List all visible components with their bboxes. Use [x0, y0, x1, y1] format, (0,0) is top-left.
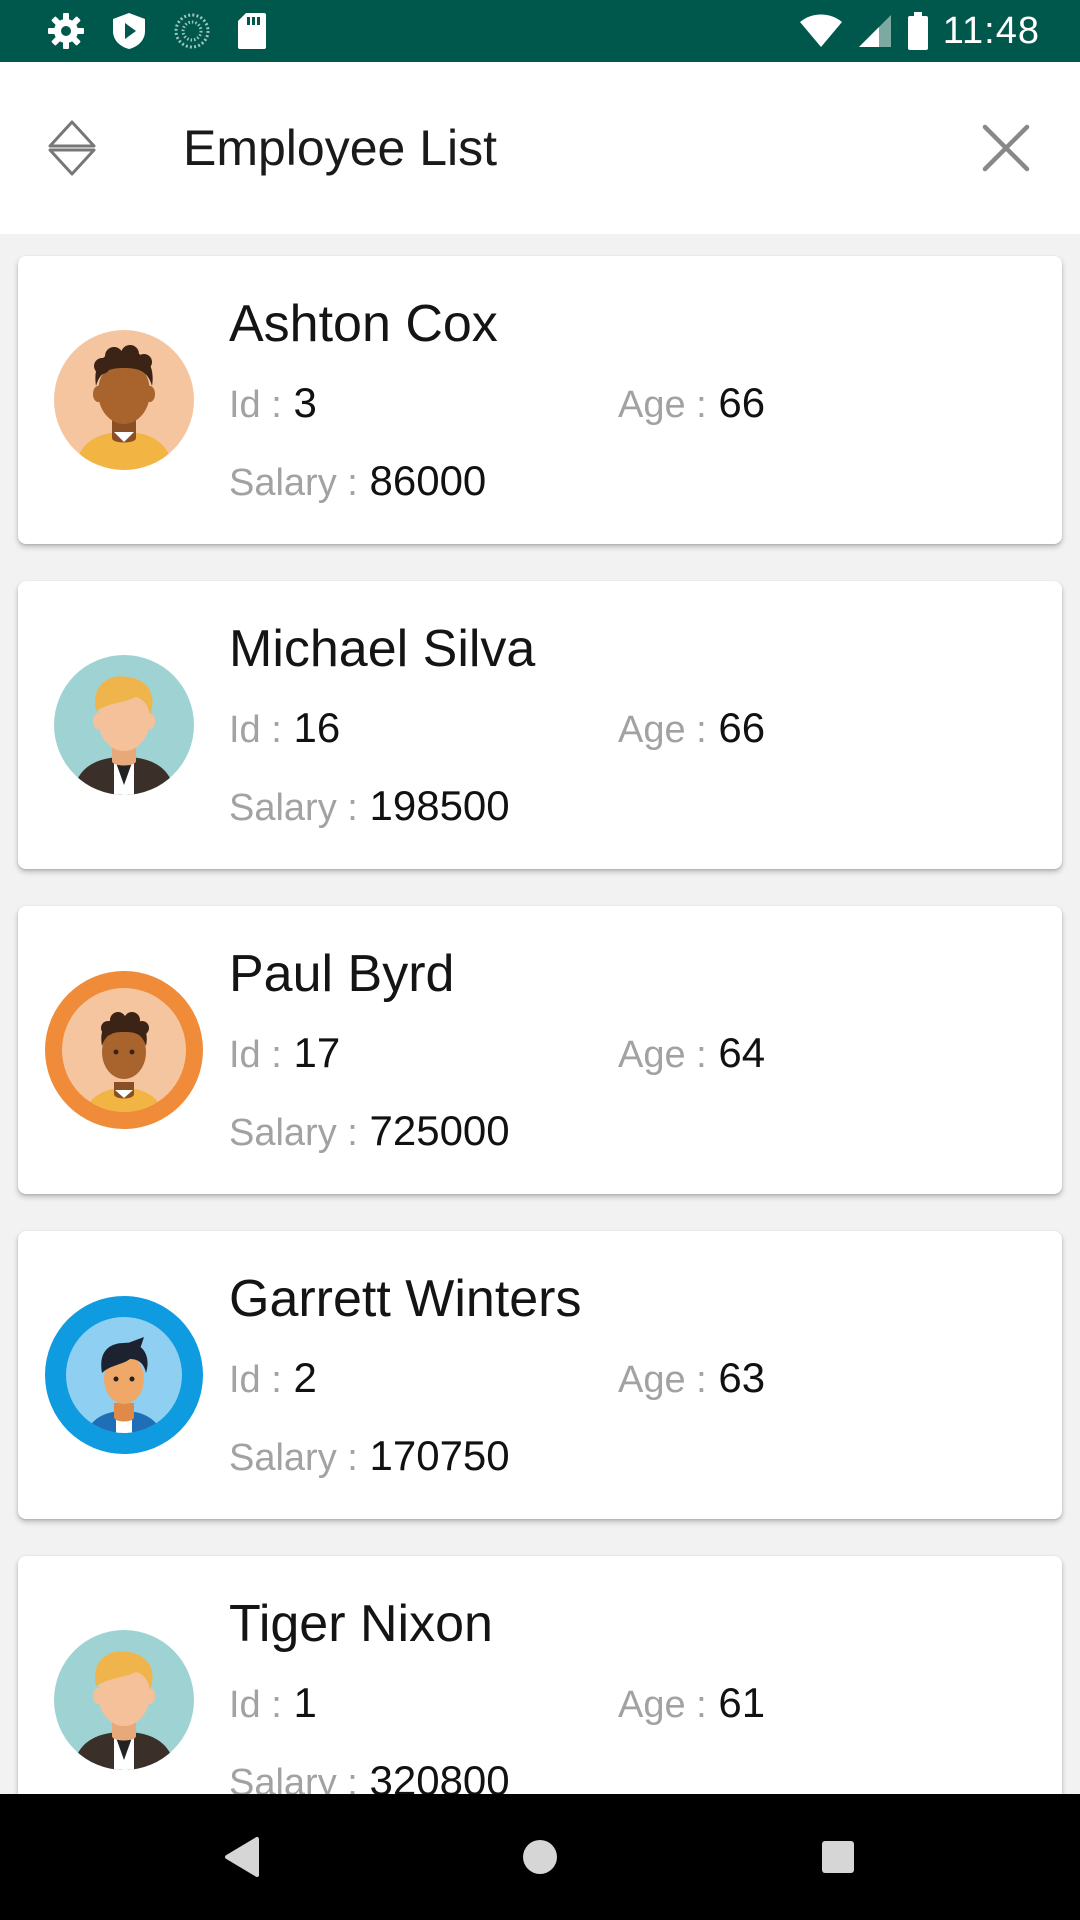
employee-name: Paul Byrd — [229, 945, 455, 1003]
employee-name: Michael Silva — [229, 620, 536, 678]
sort-button[interactable] — [40, 112, 104, 184]
age-value: 63 — [718, 1354, 766, 1401]
age-label: Age : — [618, 1359, 707, 1401]
employee-id: Id : 1 — [229, 1678, 317, 1730]
avatar — [36, 1287, 212, 1463]
employee-id: Id : 17 — [229, 1028, 340, 1080]
cell-signal-icon — [857, 13, 893, 49]
employee-age: Age : 61 — [618, 1678, 765, 1730]
avatar — [44, 645, 204, 805]
age-value: 66 — [718, 379, 766, 426]
avatar — [36, 962, 212, 1138]
salary-label: Salary : — [229, 1437, 358, 1479]
salary-label: Salary : — [229, 462, 358, 504]
employee-age: Age : 66 — [618, 703, 765, 755]
employee-card[interactable]: Michael Silva Id : 16 Age : 66 Salary : … — [18, 581, 1062, 869]
id-value: 2 — [293, 1354, 317, 1401]
sd-card-icon — [236, 11, 268, 51]
recents-icon — [822, 1841, 854, 1873]
age-value: 61 — [718, 1679, 766, 1726]
employee-name: Ashton Cox — [229, 295, 498, 353]
age-label: Age : — [618, 709, 707, 751]
employee-card[interactable]: Garrett Winters Id : 2 Age : 63 Salary :… — [18, 1231, 1062, 1519]
employee-card[interactable]: Tiger Nixon Id : 1 Age : 61 Salary : 320… — [18, 1556, 1062, 1794]
age-label: Age : — [618, 1034, 707, 1076]
id-value: 3 — [293, 379, 317, 426]
salary-label: Salary : — [229, 1762, 358, 1794]
employee-salary: Salary : 86000 — [229, 456, 486, 508]
employee-salary: Salary : 725000 — [229, 1106, 510, 1158]
battery-icon — [907, 12, 929, 50]
age-label: Age : — [618, 1684, 707, 1726]
employee-id: Id : 2 — [229, 1353, 317, 1405]
age-label: Age : — [618, 384, 707, 426]
navigation-bar — [0, 1794, 1080, 1920]
employee-age: Age : 64 — [618, 1028, 765, 1080]
age-value: 64 — [718, 1029, 766, 1076]
id-value: 17 — [293, 1029, 341, 1076]
page-title: Employee List — [183, 120, 498, 176]
employee-age: Age : 66 — [618, 378, 765, 430]
salary-value: 86000 — [369, 457, 487, 504]
id-label: Id : — [229, 384, 282, 426]
settings-icon — [46, 11, 86, 51]
employee-id: Id : 16 — [229, 703, 340, 755]
close-icon — [982, 124, 1030, 172]
sync-spinner-icon — [172, 11, 212, 51]
employee-id: Id : 3 — [229, 378, 317, 430]
employee-card[interactable]: Paul Byrd Id : 17 Age : 64 Salary : 7250… — [18, 906, 1062, 1194]
app-bar: Employee List — [0, 62, 1080, 234]
home-button[interactable] — [507, 1824, 573, 1890]
avatar — [44, 1620, 204, 1780]
id-label: Id : — [229, 1684, 282, 1726]
salary-value: 170750 — [369, 1432, 510, 1479]
salary-label: Salary : — [229, 1112, 358, 1154]
status-clock: 11:48 — [942, 9, 1040, 52]
shield-play-icon — [110, 11, 148, 51]
salary-value: 320800 — [369, 1757, 510, 1794]
age-value: 66 — [718, 704, 766, 751]
status-bar: 11:48 — [0, 0, 1080, 62]
employee-name: Tiger Nixon — [229, 1595, 493, 1653]
status-right-icons: 11:48 — [799, 8, 1040, 54]
id-label: Id : — [229, 709, 282, 751]
employee-age: Age : 63 — [618, 1353, 765, 1405]
employee-name: Garrett Winters — [229, 1270, 582, 1328]
id-value: 16 — [293, 704, 341, 751]
id-label: Id : — [229, 1034, 282, 1076]
salary-value: 198500 — [369, 782, 510, 829]
salary-label: Salary : — [229, 787, 358, 829]
id-value: 1 — [293, 1679, 317, 1726]
avatar — [44, 320, 204, 480]
salary-value: 725000 — [369, 1107, 510, 1154]
employee-card[interactable]: Ashton Cox Id : 3 Age : 66 Salary : 8600… — [18, 256, 1062, 544]
status-left-icons — [46, 8, 268, 54]
sort-icon — [48, 120, 96, 176]
wifi-icon — [799, 13, 843, 49]
close-button[interactable] — [972, 114, 1040, 182]
employee-list[interactable]: Ashton Cox Id : 3 Age : 66 Salary : 8600… — [0, 234, 1080, 1794]
back-button[interactable] — [208, 1824, 274, 1890]
home-icon — [523, 1840, 557, 1874]
employee-salary: Salary : 320800 — [229, 1756, 510, 1794]
id-label: Id : — [229, 1359, 282, 1401]
back-icon — [225, 1837, 259, 1877]
recents-button[interactable] — [805, 1824, 871, 1890]
employee-salary: Salary : 198500 — [229, 781, 510, 833]
employee-salary: Salary : 170750 — [229, 1431, 510, 1483]
